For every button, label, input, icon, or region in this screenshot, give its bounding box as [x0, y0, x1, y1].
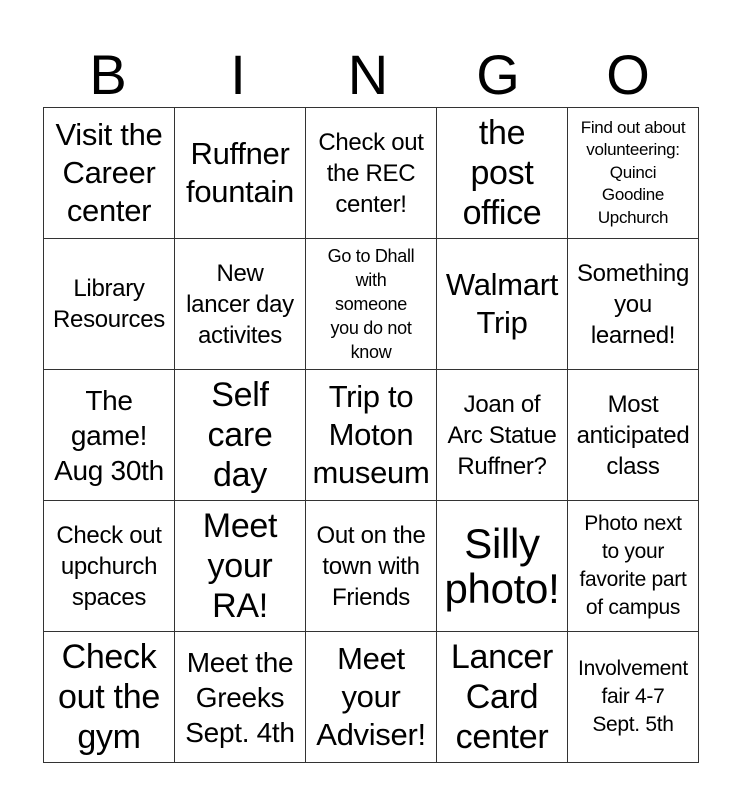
- cell-label: Meet the Greeks Sept. 4th: [185, 646, 295, 748]
- header-letter-i: I: [230, 43, 246, 106]
- cell-label: Meet your RA!: [202, 507, 278, 625]
- cell-label: Involvement fair 4-7 Sept. 5th: [578, 657, 688, 736]
- cell-label: Out on the town with Friends: [316, 521, 426, 611]
- cell-label: Find out about volunteering: Quinci Good…: [580, 117, 686, 227]
- bingo-cell-i1[interactable]: Ruffner fountain: [174, 107, 306, 239]
- cell-label: Walmart Trip: [445, 267, 559, 340]
- cell-label: The game! Aug 30th: [54, 384, 164, 486]
- bingo-cell-n2[interactable]: Go to Dhall with someone you do not know: [305, 238, 437, 370]
- board-row: Visit the Career center Ruffner fountain C…: [43, 107, 699, 239]
- bingo-cell-n4[interactable]: Out on the town with Friends: [305, 500, 437, 632]
- bingo-cell-o2[interactable]: Something you learned!: [567, 238, 699, 370]
- bingo-cell-i4[interactable]: Meet your RA!: [174, 500, 306, 632]
- bingo-cell-g5[interactable]: Lancer Card center: [436, 631, 568, 763]
- bingo-cell-g3[interactable]: Joan of Arc Statue Ruffner?: [436, 369, 568, 501]
- bingo-cell-i3[interactable]: Self care day: [174, 369, 306, 501]
- bingo-cell-i5[interactable]: Meet the Greeks Sept. 4th: [174, 631, 306, 763]
- header-letter-o: O: [606, 43, 650, 106]
- bingo-cell-n5[interactable]: Meet your Adviser!: [305, 631, 437, 763]
- cell-label: Check out the REC center!: [318, 128, 424, 218]
- cell-label: Something you learned!: [576, 259, 690, 349]
- board-row: Library Resources New lancer day activite…: [43, 238, 699, 370]
- cell-label: Self care day: [207, 376, 273, 494]
- cell-label: the post office: [462, 114, 542, 232]
- bingo-cell-b3[interactable]: The game! Aug 30th: [43, 369, 175, 501]
- bingo-cell-g1[interactable]: the post office: [436, 107, 568, 239]
- header-letter-g: G: [476, 43, 520, 106]
- cell-label: Go to Dhall with someone you do not know: [327, 246, 415, 362]
- bingo-cell-o3[interactable]: Most anticipated class: [567, 369, 699, 501]
- bingo-cell-b1[interactable]: Visit the Career center: [43, 107, 175, 239]
- bingo-cell-b4[interactable]: Check out upchurch spaces: [43, 500, 175, 632]
- bingo-cell-n1[interactable]: Check out the REC center!: [305, 107, 437, 239]
- bingo-header: B I N G O: [43, 44, 693, 106]
- board-row: Check out the gym Meet the Greeks Sept. 4…: [43, 631, 699, 763]
- cell-label: Ruffner fountain: [186, 136, 294, 209]
- cell-label: Check out upchurch spaces: [56, 521, 162, 611]
- bingo-cell-o5[interactable]: Involvement fair 4-7 Sept. 5th: [567, 631, 699, 763]
- bingo-board: Visit the Career center Ruffner fountain C…: [43, 107, 699, 763]
- cell-label: Trip to Moton museum: [312, 379, 430, 490]
- board-row: Check out upchurch spaces Meet your RA! Ou…: [43, 500, 699, 632]
- cell-label: Most anticipated class: [576, 390, 690, 480]
- bingo-cell-i2[interactable]: New lancer day activites: [174, 238, 306, 370]
- cell-label: Check out the gym: [58, 638, 160, 756]
- cell-label: Library Resources: [52, 275, 165, 333]
- bingo-cell-b5[interactable]: Check out the gym: [43, 631, 175, 763]
- bingo-cell-n3[interactable]: Trip to Moton museum: [305, 369, 437, 501]
- header-letter-n: N: [347, 43, 389, 106]
- bingo-cell-g4[interactable]: Silly photo!: [436, 500, 568, 632]
- bingo-cell-g2[interactable]: Walmart Trip: [436, 238, 568, 370]
- cell-label: Visit the Career center: [55, 117, 163, 228]
- bingo-cell-o4[interactable]: Photo next to your favorite part of camp…: [567, 500, 699, 632]
- header-letter-b: B: [89, 43, 127, 106]
- cell-label: Silly photo!: [444, 520, 560, 612]
- board-row: The game! Aug 30th Self care day Trip to M…: [43, 369, 699, 501]
- cell-label: Lancer Card center: [450, 638, 554, 756]
- bingo-cell-o1[interactable]: Find out about volunteering: Quinci Good…: [567, 107, 699, 239]
- cell-label: New lancer day activites: [186, 259, 294, 349]
- cell-label: Photo next to your favorite part of camp…: [579, 512, 687, 619]
- cell-label: Joan of Arc Statue Ruffner?: [447, 390, 557, 480]
- bingo-cell-b2[interactable]: Library Resources: [43, 238, 175, 370]
- cell-label: Meet your Adviser!: [316, 641, 426, 752]
